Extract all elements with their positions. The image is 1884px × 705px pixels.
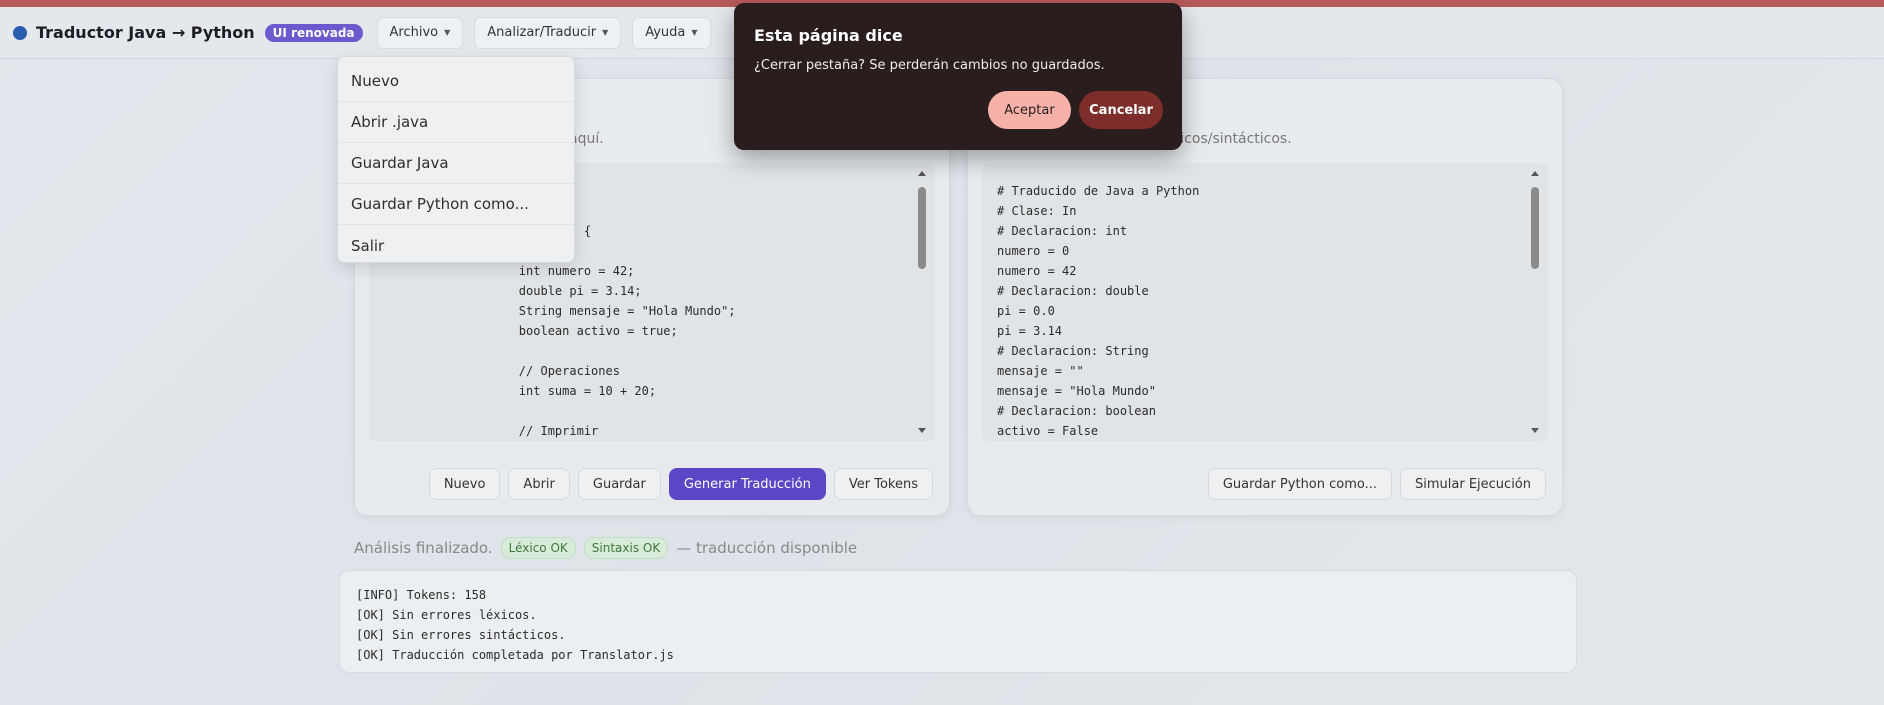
menu-archivo[interactable]: Archivo ▼	[376, 16, 464, 49]
menu-ayuda[interactable]: Ayuda ▼	[632, 16, 711, 49]
scroll-up-icon[interactable]	[1531, 171, 1539, 176]
cancelar-button[interactable]: Cancelar	[1079, 91, 1163, 129]
menu-analizar-label: Analizar/Traducir	[487, 25, 597, 40]
sintaxis-ok-badge: Sintaxis OK	[583, 537, 669, 559]
status-suffix: — traducción disponible	[676, 539, 858, 557]
status-text: Análisis finalizado.	[354, 539, 493, 557]
python-panel-buttons: Guardar Python como... Simular Ejecución	[1207, 468, 1546, 500]
abrir-button[interactable]: Abrir	[508, 468, 570, 500]
chevron-down-icon: ▼	[444, 28, 451, 37]
chevron-down-icon: ▼	[691, 28, 698, 37]
menu-item-abrir-java[interactable]: Abrir .java	[338, 102, 574, 143]
guardar-button[interactable]: Guardar	[577, 468, 661, 500]
aceptar-button[interactable]: Aceptar	[988, 91, 1071, 129]
ver-tokens-button[interactable]: Ver Tokens	[833, 468, 933, 500]
dialog-title: Esta página dice	[754, 26, 903, 45]
simular-ejecucion-button[interactable]: Simular Ejecución	[1400, 468, 1546, 500]
chevron-down-icon: ▼	[602, 28, 609, 37]
generar-traduccion-button[interactable]: Generar Traducción	[668, 468, 826, 500]
scroll-up-icon[interactable]	[918, 171, 926, 176]
brand-logo-icon	[13, 25, 27, 40]
menu-archivo-label: Archivo	[389, 25, 439, 40]
python-output-scrollbar[interactable]	[1530, 169, 1540, 435]
menu-ayuda-label: Ayuda	[645, 25, 686, 40]
menu-analizar-traducir[interactable]: Analizar/Traducir ▼	[474, 16, 622, 49]
analysis-status: Análisis finalizado. Léxico OK Sintaxis …	[354, 536, 857, 560]
nuevo-button[interactable]: Nuevo	[428, 468, 501, 500]
python-output[interactable]: # Traducido de Java a Python # Clase: In…	[982, 163, 1548, 441]
archivo-dropdown: Nuevo Abrir .java Guardar Java Guardar P…	[337, 56, 575, 263]
console-log: [INFO] Tokens: 158 [OK] Sin errores léxi…	[339, 570, 1577, 673]
scroll-down-icon[interactable]	[918, 428, 926, 433]
menu-item-salir[interactable]: Salir	[338, 225, 574, 266]
confirm-dialog: Esta página dice ¿Cerrar pestaña? Se per…	[734, 3, 1182, 150]
menu-item-guardar-python[interactable]: Guardar Python como...	[338, 184, 574, 225]
java-panel-buttons: Nuevo Abrir Guardar Generar Traducción V…	[428, 468, 933, 500]
lexico-ok-badge: Léxico OK	[500, 537, 576, 559]
guardar-python-button[interactable]: Guardar Python como...	[1207, 468, 1393, 500]
scroll-down-icon[interactable]	[1531, 428, 1539, 433]
java-editor-scrollbar[interactable]	[917, 169, 927, 435]
ui-badge: UI renovada	[264, 23, 363, 42]
dialog-message: ¿Cerrar pestaña? Se perderán cambios no …	[754, 58, 1105, 73]
console-lines: [INFO] Tokens: 158 [OK] Sin errores léxi…	[356, 588, 674, 662]
menu-item-guardar-java[interactable]: Guardar Java	[338, 143, 574, 184]
scroll-thumb[interactable]	[918, 187, 926, 269]
python-code: # Traducido de Java a Python # Clase: In…	[997, 184, 1200, 438]
menu-item-nuevo[interactable]: Nuevo	[338, 61, 574, 102]
scroll-thumb[interactable]	[1531, 187, 1539, 269]
app-title: Traductor Java → Python	[36, 23, 255, 42]
